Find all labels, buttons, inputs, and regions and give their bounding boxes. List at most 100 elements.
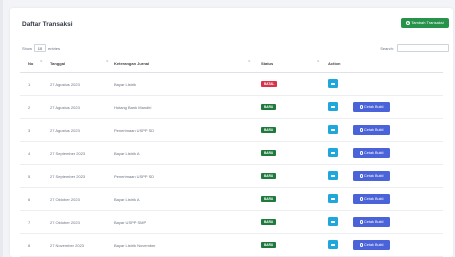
plus-circle-icon: + <box>406 21 411 25</box>
cell-no: 6 <box>28 197 31 202</box>
print-receipt-button[interactable]: Cetak Bukti <box>353 217 390 227</box>
edit-icon <box>331 220 335 223</box>
header-no[interactable]: No <box>28 61 33 66</box>
edit-button[interactable] <box>328 217 338 226</box>
cell-no: 5 <box>28 174 31 179</box>
table-row: 8 27 November 2023 Bayar Listrik November B… <box>20 234 443 257</box>
print-icon <box>359 243 364 247</box>
table-row: 4 27 September 2023 Bayar Listrik A BARU Cet… <box>20 142 443 165</box>
show-label: Show <box>22 45 33 51</box>
print-icon <box>359 197 364 201</box>
edit-button[interactable] <box>328 102 338 111</box>
print-receipt-button[interactable]: Cetak Bukti <box>353 240 390 250</box>
header-status[interactable]: Status <box>261 61 273 66</box>
cell-no: 3 <box>28 128 31 133</box>
sort-icon: ⇅ <box>106 59 109 63</box>
entries-select[interactable]: 10 <box>34 44 47 52</box>
edit-icon <box>331 82 335 85</box>
edit-button[interactable] <box>328 79 338 88</box>
cell-keterangan: Bayar Listrik <box>114 82 137 87</box>
table-row: 5 27 September 2023 Penerimaan USPP SD BARU… <box>20 165 443 188</box>
status-badge: BARU <box>261 242 277 248</box>
cell-tanggal: 27 Agustus 2023 <box>50 105 80 110</box>
print-receipt-label: Cetak Bukti <box>364 105 384 109</box>
edit-button[interactable] <box>328 240 338 249</box>
print-receipt-label: Cetak Bukti <box>364 174 384 178</box>
cell-no: 8 <box>28 243 31 248</box>
print-receipt-button[interactable]: Cetak Bukti <box>353 102 390 112</box>
print-receipt-button[interactable]: Cetak Bukti <box>353 194 390 204</box>
table-header: No ⇅ Tanggal ⇅ Keterangan Jurnal ⇅ Statu… <box>20 55 443 73</box>
cell-tanggal: 27 Agustus 2023 <box>50 128 80 133</box>
cell-keterangan: Bayar Listrik November <box>114 243 156 248</box>
cell-no: 2 <box>28 105 31 110</box>
table-row: 6 27 Oktober 2023 Bayar Listrik A BARU Cetak… <box>20 188 443 211</box>
edit-icon <box>331 151 335 154</box>
edit-button[interactable] <box>328 171 338 180</box>
cell-keterangan: Penerimaan USPP SD <box>114 128 155 133</box>
card-title: Daftar Transaksi <box>22 21 73 28</box>
cell-no: 7 <box>28 220 31 225</box>
print-receipt-button[interactable]: Cetak Bukti <box>353 171 390 181</box>
sort-icon: ⇅ <box>317 59 320 63</box>
print-receipt-label: Cetak Bukti <box>364 197 384 201</box>
cell-tanggal: 27 September 2023 <box>50 174 86 179</box>
sidebar-edge <box>0 0 3 257</box>
edit-button[interactable] <box>328 148 338 157</box>
cell-tanggal: 27 September 2023 <box>50 151 86 156</box>
sort-icon: ⇅ <box>40 59 43 63</box>
status-badge: BATAL <box>261 81 278 87</box>
print-icon <box>359 128 364 132</box>
cell-tanggal: 27 November 2023 <box>50 243 85 248</box>
print-icon <box>359 220 364 224</box>
print-receipt-label: Cetak Bukti <box>364 151 384 155</box>
search-control: Search: <box>380 44 449 52</box>
cell-no: 1 <box>28 82 31 87</box>
edit-icon <box>331 174 335 177</box>
print-receipt-label: Cetak Bukti <box>364 128 384 132</box>
table-row: 1 27 Agustus 2023 Bayar Listrik BATAL <box>20 73 443 96</box>
table-row: 3 27 Agustus 2023 Penerimaan USPP SD BARU Ce… <box>20 119 443 142</box>
cell-no: 4 <box>28 151 31 156</box>
status-badge: BARU <box>261 104 277 110</box>
edit-button[interactable] <box>328 125 338 134</box>
add-transaction-button[interactable]: + Tambah Transaksi <box>401 18 449 28</box>
header-action: Action <box>328 61 341 66</box>
status-badge: BARU <box>261 150 277 156</box>
cell-keterangan: Bayar Listrik A <box>114 197 140 202</box>
cell-keterangan: Hutang Bank Mandiri <box>114 105 152 110</box>
search-label: Search: <box>380 45 394 51</box>
status-badge: BARU <box>261 196 277 202</box>
entries-control: Show 10 entries <box>22 44 60 52</box>
transactions-card: Daftar Transaksi + Tambah Transaksi Show… <box>10 8 453 257</box>
print-receipt-label: Cetak Bukti <box>364 243 384 247</box>
table-row: 2 27 Agustus 2023 Hutang Bank Mandiri BARU C… <box>20 96 443 119</box>
cell-tanggal: 27 Agustus 2023 <box>50 82 80 87</box>
edit-icon <box>331 197 335 200</box>
search-input[interactable] <box>397 44 449 52</box>
edit-button[interactable] <box>328 194 338 203</box>
status-badge: BARU <box>261 219 277 225</box>
print-receipt-button[interactable]: Cetak Bukti <box>353 148 390 158</box>
print-icon <box>359 174 364 178</box>
header-tanggal[interactable]: Tanggal <box>50 61 65 66</box>
header-keterangan[interactable]: Keterangan Jurnal <box>114 61 149 66</box>
cell-tanggal: 27 Oktober 2023 <box>50 197 80 202</box>
edit-icon <box>331 243 335 246</box>
cell-tanggal: 27 Oktober 2023 <box>50 220 80 225</box>
print-icon <box>359 151 364 155</box>
cell-keterangan: Bayar Listrik A <box>114 151 140 156</box>
print-icon <box>359 105 364 109</box>
print-receipt-button[interactable]: Cetak Bukti <box>353 125 390 135</box>
edit-icon <box>331 105 335 108</box>
edit-icon <box>331 128 335 131</box>
status-badge: BARU <box>261 127 277 133</box>
table-row: 7 27 Oktober 2023 Bayar USPP SMP BARU Cetak … <box>20 211 443 234</box>
cell-keterangan: Penerimaan USPP SD <box>114 174 155 179</box>
add-transaction-label: Tambah Transaksi <box>411 20 444 25</box>
print-receipt-label: Cetak Bukti <box>364 220 384 224</box>
sort-icon: ⇅ <box>248 59 251 63</box>
cell-keterangan: Bayar USPP SMP <box>114 220 147 225</box>
entries-label: entries <box>48 45 61 51</box>
status-badge: BARU <box>261 173 277 179</box>
